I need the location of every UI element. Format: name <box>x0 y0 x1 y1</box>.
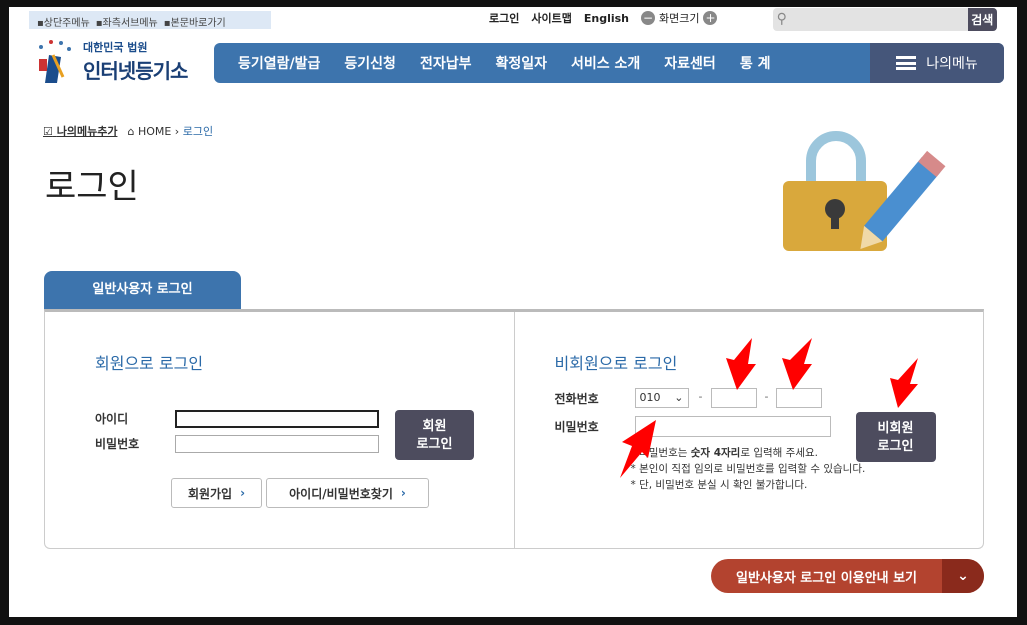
phone-prefix-value: 010 <box>639 391 661 404</box>
nonmember-login-section: 비회원으로 로그인 전화번호 010 ⌄ - - 비밀번호 비회원 로그인 * 비… <box>513 312 984 548</box>
skip-top-menu[interactable]: ▪상단주메뉴 <box>37 14 90 29</box>
zoom-label: 화면크기 <box>659 12 700 25</box>
password-notes: * 비밀번호는 숫자 4자리로 입력해 주세요. * 본인이 직접 임의로 비밀… <box>631 445 866 493</box>
member-login-title: 회원으로 로그인 <box>95 354 204 373</box>
zoom-in-icon[interactable]: + <box>703 11 718 25</box>
dash: - <box>764 390 769 403</box>
logo-line1: 대한민국 법원 <box>83 40 148 54</box>
add-my-menu-label: 나의메뉴추가 <box>56 125 118 138</box>
skip-side-menu[interactable]: ▪좌측서브메뉴 <box>96 14 158 29</box>
dash: - <box>698 390 703 403</box>
zoom-out-icon[interactable]: − <box>641 11 655 25</box>
main-nav: 등기열람/발급 등기신청 전자납부 확정일자 서비스 소개 자료센터 통 계 나… <box>214 43 1004 83</box>
skip-links: ▪상단주메뉴 ▪좌측서브메뉴 ▪본문바로가기 <box>29 11 271 29</box>
sitemap-link[interactable]: 사이트맵 <box>531 10 571 26</box>
note-2: * 본인이 직접 임의로 비밀번호를 입력할 수 있습니다. <box>630 463 866 475</box>
check-icon: ☑ <box>43 125 53 138</box>
page-title: 로그인 <box>45 167 139 207</box>
search-icon: ⚲ <box>776 11 787 27</box>
english-link[interactable]: English <box>584 12 629 25</box>
phone-label: 전화번호 <box>554 392 599 406</box>
join-label: 회원가입 <box>187 486 233 501</box>
join-button[interactable]: 회원가입 › <box>171 478 262 508</box>
login-link[interactable]: 로그인 <box>489 10 519 26</box>
breadcrumb: ☑ 나의메뉴추가 ⌂ HOME › 로그인 <box>43 123 214 139</box>
login-panel: 회원으로 로그인 아이디 비밀번호 회원 로그인 회원가입 › 아이디/비밀번호찾… <box>44 309 984 549</box>
home-icon: ⌂ <box>127 125 135 138</box>
member-login-section: 회원으로 로그인 아이디 비밀번호 회원 로그인 회원가입 › 아이디/비밀번호찾… <box>45 312 514 548</box>
add-my-menu-link[interactable]: ☑ 나의메뉴추가 <box>43 123 117 139</box>
phone-prefix-select[interactable]: 010 ⌄ <box>634 388 689 408</box>
chevron-right-icon: › <box>400 486 406 500</box>
court-logo-icon <box>39 40 71 83</box>
phone-middle-input[interactable] <box>710 388 757 408</box>
nonmember-password-input[interactable] <box>634 416 831 437</box>
phone-last-input[interactable] <box>775 388 822 408</box>
find-label: 아이디/비밀번호찾기 <box>289 486 393 501</box>
my-menu-label: 나의메뉴 <box>926 56 978 72</box>
skip-content[interactable]: ▪본문바로가기 <box>164 14 226 29</box>
breadcrumb-home[interactable]: HOME <box>138 125 171 138</box>
find-id-password-button[interactable]: 아이디/비밀번호찾기 › <box>266 478 429 508</box>
nonmember-login-button[interactable]: 비회원 로그인 <box>855 412 936 462</box>
my-menu-button[interactable]: 나의메뉴 <box>870 43 1004 83</box>
nonmember-password-label: 비밀번호 <box>554 420 599 434</box>
id-input[interactable] <box>175 410 379 428</box>
password-label: 비밀번호 <box>95 437 140 451</box>
nav-item[interactable]: 등기신청 <box>344 53 396 73</box>
nav-item[interactable]: 자료센터 <box>664 53 716 73</box>
note-3: * 단, 비밀번호 분실 시 확인 불가합니다. <box>630 479 808 491</box>
tab-general-user-login[interactable]: 일반사용자 로그인 <box>44 271 241 309</box>
guide-label: 일반사용자 로그인 이용안내 보기 <box>735 570 918 586</box>
nav-item[interactable]: 등기열람/발급 <box>238 53 320 73</box>
nav-item[interactable]: 전자납부 <box>420 53 472 73</box>
browser-page: ▪상단주메뉴 ▪좌측서브메뉴 ▪본문바로가기 로그인 사이트맵 English … <box>9 7 1017 617</box>
login-guide-button[interactable]: 일반사용자 로그인 이용안내 보기 ⌄ <box>711 559 984 593</box>
chevron-down-icon: ⌄ <box>942 559 984 593</box>
member-login-button[interactable]: 회원 로그인 <box>395 410 474 460</box>
search-button[interactable]: 검색 <box>967 8 997 31</box>
nav-item[interactable]: 통 계 <box>740 53 771 73</box>
logo[interactable]: 대한민국 법원 인터넷등기소 <box>31 37 188 85</box>
search-bar: ⚲ 검색 <box>773 8 997 31</box>
logo-line2: 인터넷등기소 <box>83 58 188 83</box>
hamburger-icon <box>896 56 917 70</box>
utility-nav: 로그인 사이트맵 English − 화면크기 + <box>489 10 718 26</box>
chevron-down-icon: ⌄ <box>674 391 684 404</box>
chevron-right-icon: › <box>240 486 246 500</box>
search-input[interactable] <box>790 8 968 31</box>
lock-pencil-illustration <box>783 131 946 251</box>
password-input[interactable] <box>175 435 379 453</box>
note-1: * 비밀번호는 숫자 4자리로 입력해 주세요. <box>630 447 818 459</box>
id-label: 아이디 <box>95 412 129 426</box>
nav-item[interactable]: 서비스 소개 <box>571 53 640 73</box>
nonmember-login-title: 비회원으로 로그인 <box>554 354 678 373</box>
breadcrumb-current: 로그인 <box>182 125 214 138</box>
nav-item[interactable]: 확정일자 <box>495 53 547 73</box>
zoom-control: − 화면크기 + <box>641 10 718 26</box>
